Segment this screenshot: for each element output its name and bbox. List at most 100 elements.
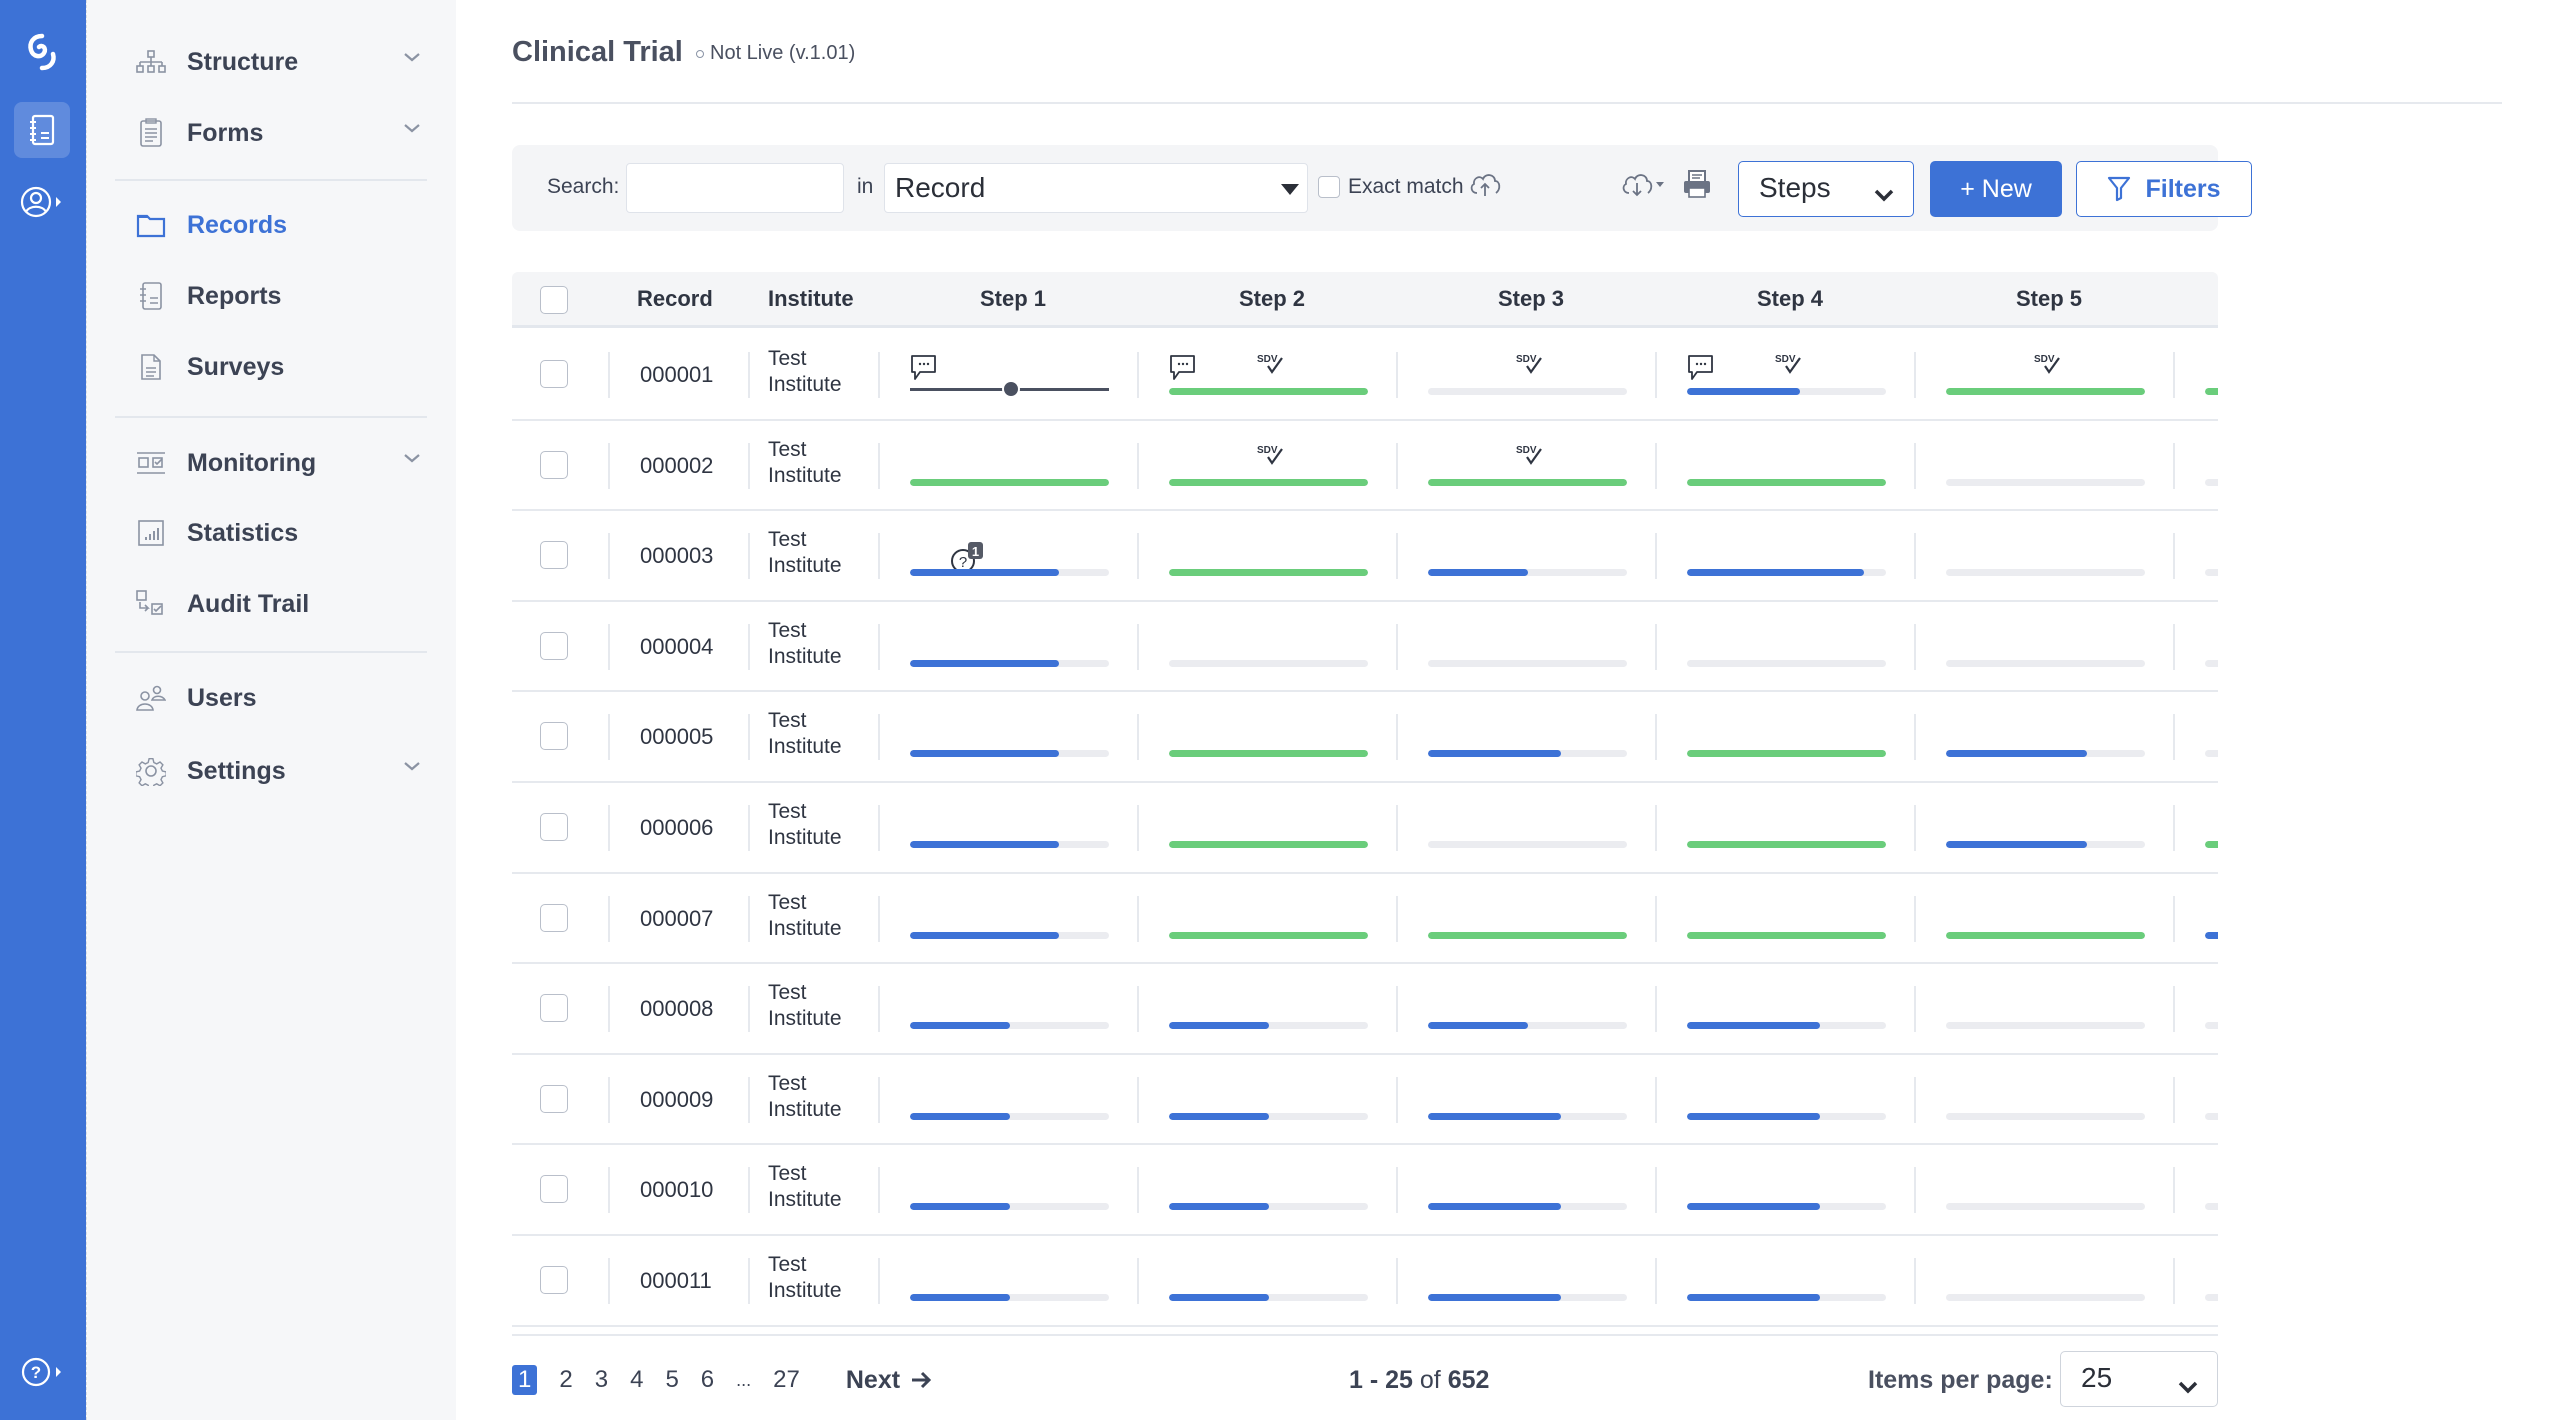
app-logo-icon[interactable] <box>14 24 70 80</box>
nav-item-surveys[interactable]: Surveys <box>135 339 435 395</box>
record-id[interactable]: 000009 <box>640 1087 713 1113</box>
row-checkbox[interactable] <box>540 360 568 388</box>
page-link-6[interactable]: 6 <box>701 1366 714 1394</box>
records-book-icon[interactable] <box>14 102 70 158</box>
record-id[interactable]: 000004 <box>640 634 713 660</box>
step-6-cell[interactable] <box>2175 421 2218 511</box>
step-4-cell[interactable] <box>1657 1236 1916 1326</box>
step-5-cell[interactable] <box>1916 1145 2175 1235</box>
step-3-cell[interactable] <box>1398 692 1657 782</box>
printer-icon[interactable] <box>1682 169 1712 204</box>
step-4-cell[interactable] <box>1657 783 1916 873</box>
column-header-record[interactable]: Record <box>637 286 713 312</box>
nav-item-records[interactable]: Records <box>135 197 435 253</box>
page-link-4[interactable]: 4 <box>630 1366 643 1394</box>
record-id[interactable]: 000007 <box>640 906 713 932</box>
record-id[interactable]: 000008 <box>640 996 713 1022</box>
nav-item-statistics[interactable]: Statistics <box>135 505 435 561</box>
step-1-cell[interactable] <box>880 421 1139 511</box>
step-2-cell[interactable] <box>1139 602 1398 692</box>
step-6-cell[interactable] <box>2175 783 2218 873</box>
record-id[interactable]: 000005 <box>640 724 713 750</box>
page-link-5[interactable]: 5 <box>665 1366 678 1394</box>
comment-icon[interactable] <box>1169 354 1197 387</box>
step-5-cell[interactable] <box>1916 421 2175 511</box>
column-header-step-4[interactable]: Step 4 <box>1757 286 1823 312</box>
record-id[interactable]: 000010 <box>640 1177 713 1203</box>
chevron-down-icon[interactable] <box>403 759 421 777</box>
slider-knob[interactable] <box>1002 380 1020 398</box>
step-2-cell[interactable] <box>1139 1055 1398 1145</box>
nav-item-settings[interactable]: Settings <box>135 743 435 799</box>
step-1-cell[interactable] <box>880 602 1139 692</box>
step-4-cell[interactable] <box>1657 874 1916 964</box>
row-checkbox[interactable] <box>540 722 568 751</box>
exact-match-checkbox[interactable] <box>1318 176 1340 198</box>
table-row[interactable]: 000009 Test Institute <box>512 1055 2218 1146</box>
table-row[interactable]: 000008 Test Institute <box>512 964 2218 1055</box>
step-2-cell[interactable] <box>1139 1145 1398 1235</box>
step-4-cell[interactable] <box>1657 964 1916 1054</box>
step-5-cell[interactable] <box>1916 1055 2175 1145</box>
step-1-cell[interactable]: ? 1 <box>880 511 1139 601</box>
table-row[interactable]: 000007 Test Institute <box>512 874 2218 965</box>
chevron-down-icon[interactable] <box>403 121 421 139</box>
step-1-cell[interactable] <box>880 692 1139 782</box>
sdv-verified-icon[interactable]: SDV <box>2032 352 2066 381</box>
row-checkbox[interactable] <box>540 541 568 570</box>
row-checkbox[interactable] <box>540 903 568 932</box>
step-6-cell[interactable] <box>2175 874 2218 964</box>
record-id[interactable]: 000002 <box>640 453 713 479</box>
step-2-cell[interactable]: SDV <box>1139 421 1398 511</box>
sdv-verified-icon[interactable]: SDV <box>1514 352 1548 381</box>
step-1-cell[interactable] <box>880 1055 1139 1145</box>
row-checkbox[interactable] <box>540 631 568 660</box>
table-row[interactable]: 000004 Test Institute <box>512 602 2218 693</box>
comment-icon[interactable] <box>910 354 938 387</box>
column-header-step-5[interactable]: Step 5 <box>2016 286 2082 312</box>
page-link-3[interactable]: 3 <box>595 1366 608 1394</box>
row-checkbox[interactable] <box>540 994 568 1023</box>
record-id[interactable]: 000011 <box>640 1268 712 1294</box>
page-link-27[interactable]: 27 <box>773 1366 800 1394</box>
step-1-cell[interactable] <box>880 330 1139 420</box>
nav-item-reports[interactable]: Reports <box>135 268 435 324</box>
step-1-cell[interactable] <box>880 964 1139 1054</box>
step-6-cell[interactable] <box>2175 330 2218 420</box>
row-checkbox[interactable] <box>540 1175 568 1204</box>
step-3-cell[interactable] <box>1398 783 1657 873</box>
step-6-cell[interactable] <box>2175 692 2218 782</box>
step-5-cell[interactable] <box>1916 964 2175 1054</box>
step-1-cell[interactable] <box>880 783 1139 873</box>
step-6-cell[interactable] <box>2175 1236 2218 1326</box>
page-link-1[interactable]: 1 <box>512 1365 538 1395</box>
filters-button[interactable]: Filters <box>2076 161 2252 217</box>
step-5-cell[interactable] <box>1916 511 2175 601</box>
step-2-cell[interactable] <box>1139 783 1398 873</box>
step-4-cell[interactable] <box>1657 511 1916 601</box>
nav-item-forms[interactable]: Forms <box>135 105 435 161</box>
step-2-cell[interactable] <box>1139 874 1398 964</box>
comment-icon[interactable] <box>1687 354 1715 387</box>
row-checkbox[interactable] <box>540 813 568 841</box>
column-header-step-1[interactable]: Step 1 <box>980 286 1046 312</box>
column-header-step-3[interactable]: Step 3 <box>1498 286 1564 312</box>
step-progress-slider[interactable] <box>910 380 1109 398</box>
table-row[interactable]: 000006 Test Institute <box>512 783 2218 874</box>
page-link-2[interactable]: 2 <box>559 1366 572 1394</box>
step-6-cell[interactable] <box>2175 964 2218 1054</box>
row-checkbox[interactable] <box>540 450 568 479</box>
search-field-select[interactable]: Record <box>884 163 1308 213</box>
step-2-cell[interactable] <box>1139 692 1398 782</box>
table-row[interactable]: 000005 Test Institute <box>512 692 2218 783</box>
step-2-cell[interactable]: SDV <box>1139 330 1398 420</box>
step-1-cell[interactable] <box>880 1145 1139 1235</box>
step-6-cell[interactable] <box>2175 511 2218 601</box>
step-4-cell[interactable] <box>1657 1055 1916 1145</box>
account-icon[interactable] <box>14 174 70 230</box>
new-record-button[interactable]: + New <box>1930 161 2062 217</box>
step-3-cell[interactable] <box>1398 964 1657 1054</box>
table-row[interactable]: 000011 Test Institute <box>512 1236 2218 1327</box>
table-row[interactable]: 000003 Test Institute ? 1 <box>512 511 2218 602</box>
step-3-cell[interactable] <box>1398 511 1657 601</box>
